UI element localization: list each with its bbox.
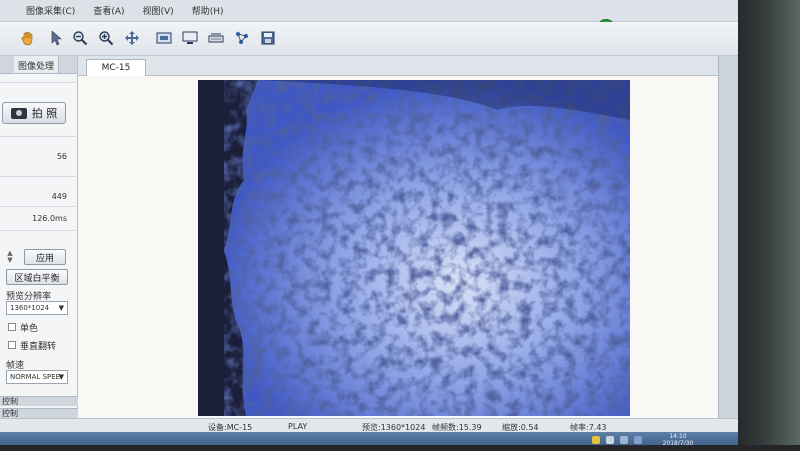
pointer-icon[interactable] bbox=[46, 28, 66, 48]
speed-value: NORMAL SPEE bbox=[10, 373, 61, 381]
network-icon[interactable] bbox=[232, 28, 252, 48]
divider bbox=[0, 230, 78, 231]
application-window: 图像采集(C) 查看(A) 视图(V) 帮助(H) 图像处理 拍 照 56 44… bbox=[0, 0, 740, 448]
camera-icon bbox=[10, 107, 27, 119]
status-mode: PLAY bbox=[288, 422, 308, 431]
clock-time: 14:10 bbox=[669, 433, 687, 440]
gain-value: 56 bbox=[56, 152, 67, 161]
apply-button[interactable]: 应用 bbox=[24, 249, 66, 265]
menu-item-view-v[interactable]: 视图(V) bbox=[143, 4, 174, 17]
mono-label: 单色 bbox=[20, 324, 39, 334]
chevron-down-icon: ▼ bbox=[58, 304, 64, 312]
control-panel: 图像处理 拍 照 56 449 126.0ms ▲ ▼ 应用 区域白平衡 预览分辨… bbox=[0, 56, 78, 428]
tray-network-icon[interactable] bbox=[606, 436, 614, 444]
move-icon[interactable] bbox=[122, 28, 142, 48]
tray-volume-icon[interactable] bbox=[620, 436, 628, 444]
micrograph-image[interactable] bbox=[198, 80, 630, 416]
zoom-in-icon[interactable] bbox=[96, 28, 116, 48]
monitor-bezel-bottom bbox=[0, 445, 800, 451]
status-bar: 设备:MC-15 PLAY 预览:1360*1024 帧频数:15.39 缩放:… bbox=[0, 418, 740, 432]
divider bbox=[0, 82, 78, 83]
monitor-bezel-right bbox=[738, 0, 800, 451]
speed-select[interactable]: NORMAL SPEE ▼ bbox=[6, 370, 68, 384]
capture-screen-icon[interactable] bbox=[154, 28, 174, 48]
flip-label: 垂直翻转 bbox=[20, 342, 57, 352]
zoom-out-icon[interactable] bbox=[70, 28, 90, 48]
menu-item-view-a[interactable]: 查看(A) bbox=[93, 4, 124, 17]
menu-item-capture[interactable]: 图像采集(C) bbox=[26, 4, 75, 17]
menu-bar: 图像采集(C) 查看(A) 视图(V) 帮助(H) bbox=[0, 0, 740, 22]
resolution-value: 1360*1024 bbox=[10, 304, 50, 312]
divider bbox=[0, 206, 78, 207]
micrograph-texture bbox=[198, 80, 630, 416]
exposure-value: 449 bbox=[51, 192, 67, 201]
tray-display-icon[interactable] bbox=[634, 436, 642, 444]
hand-icon[interactable] bbox=[18, 28, 38, 48]
control-section-header[interactable]: 控制 bbox=[0, 396, 78, 406]
resolution-select[interactable]: 1360*1024 ▼ bbox=[6, 301, 68, 315]
tab-image-processing[interactable]: 图像处理 bbox=[14, 56, 60, 73]
capture-label: 拍 照 bbox=[31, 107, 58, 120]
chevron-down-icon: ▼ bbox=[58, 373, 64, 381]
vertical-scrollbar[interactable] bbox=[718, 56, 740, 428]
divider bbox=[0, 136, 78, 137]
panel-tabs: 图像处理 bbox=[0, 56, 77, 74]
flip-checkbox[interactable] bbox=[8, 341, 16, 349]
mono-checkbox[interactable] bbox=[8, 323, 16, 331]
exposure-time-value: 126.0ms bbox=[32, 214, 67, 223]
capture-button[interactable]: 拍 照 bbox=[2, 102, 66, 124]
save-icon[interactable] bbox=[258, 28, 278, 48]
tray-flag-icon[interactable] bbox=[592, 436, 600, 444]
spin-control-icon[interactable]: ▲ ▼ bbox=[4, 249, 16, 265]
control-section-header[interactable]: 控制 bbox=[0, 408, 78, 418]
menu-item-help[interactable]: 帮助(H) bbox=[192, 4, 224, 17]
toolbar bbox=[0, 22, 740, 56]
white-balance-button[interactable]: 区域白平衡 bbox=[6, 269, 68, 285]
document-tab-bar: MC-15 bbox=[78, 56, 720, 76]
tab-mc15[interactable]: MC-15 bbox=[86, 59, 146, 76]
monitor-icon[interactable] bbox=[180, 28, 200, 48]
scanner-icon[interactable] bbox=[206, 28, 226, 48]
divider bbox=[0, 176, 78, 177]
